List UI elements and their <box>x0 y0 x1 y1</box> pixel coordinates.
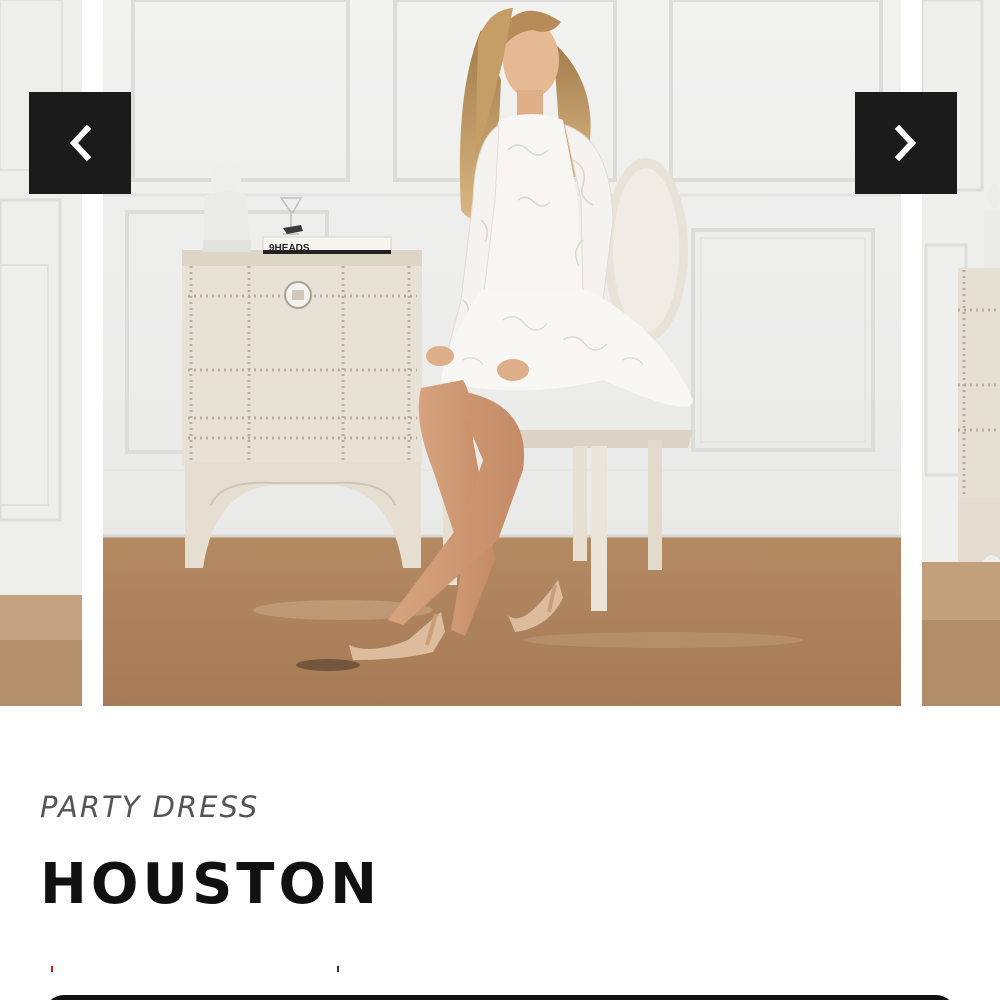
price-fragment-dark <box>337 966 339 972</box>
chevron-left-icon <box>69 124 92 162</box>
image-carousel[interactable]: 9HEADS <box>0 0 1000 706</box>
add-to-cart-button[interactable] <box>44 995 956 1000</box>
price-fragment-red <box>51 966 53 972</box>
carousel-next-button[interactable] <box>855 92 957 194</box>
carousel-prev-button[interactable] <box>29 92 131 194</box>
chevron-right-icon <box>894 124 917 162</box>
carousel-slide-current[interactable]: 9HEADS <box>103 0 901 706</box>
product-photo: 9HEADS <box>103 0 901 706</box>
product-category: PARTY DRESS <box>40 790 260 824</box>
book-label: 9HEADS <box>269 243 310 254</box>
product-title: HOUSTON <box>40 852 381 917</box>
product-page: 9HEADS PARTY DRESS HOUSTON <box>0 0 1000 1000</box>
